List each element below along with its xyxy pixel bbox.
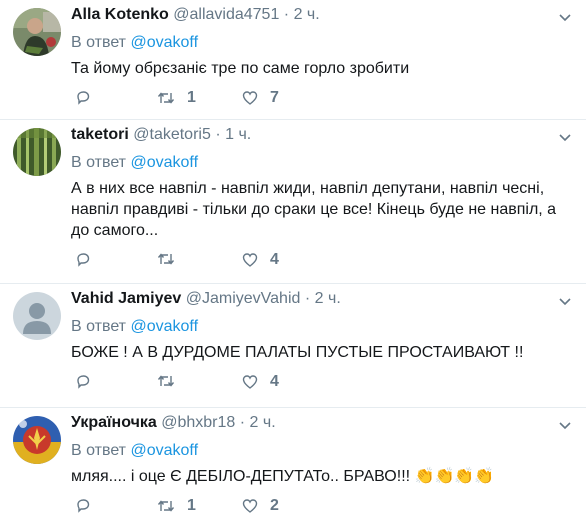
timestamp[interactable]: 1 ч. <box>225 126 251 143</box>
retweet-button[interactable] <box>157 251 187 267</box>
reply-button[interactable] <box>75 497 91 513</box>
like-button[interactable]: 2 <box>242 497 279 515</box>
like-count: 4 <box>270 373 279 390</box>
display-name[interactable]: taketori <box>71 126 129 143</box>
like-button[interactable]: 7 <box>242 89 279 107</box>
reply-mention-link[interactable]: @ovakoff <box>130 442 198 459</box>
reply-context: В ответ @ovakoff <box>71 317 572 337</box>
tweet-reply[interactable]: Vahid Jamiyev @JamiyevVahid · 2 ч. В отв… <box>0 284 586 408</box>
tweet-text: Та йому обрєзаніє тре по саме горло зроб… <box>71 60 410 77</box>
reply-prefix: В ответ <box>71 442 127 459</box>
reply-context: В ответ @ovakoff <box>71 441 572 461</box>
retweet-button[interactable] <box>157 373 187 389</box>
avatar[interactable] <box>13 292 61 340</box>
reply-icon <box>77 91 90 105</box>
reply-context: В ответ @ovakoff <box>71 153 572 173</box>
tweet-actions: 4 <box>71 245 572 275</box>
separator-dot: · <box>215 126 221 143</box>
chevron-down-icon[interactable] <box>558 294 572 308</box>
retweet-icon <box>157 375 175 387</box>
display-name[interactable]: Україночка <box>71 414 157 431</box>
retweet-button[interactable]: 1 <box>157 497 196 515</box>
reply-context: В ответ @ovakoff <box>71 33 572 53</box>
tweet-actions: 1 2 <box>71 491 572 521</box>
timestamp[interactable]: 2 ч. <box>250 414 276 431</box>
tweet-text: А в них все навпіл - навпіл жиди, навпіл… <box>71 180 557 239</box>
like-button[interactable]: 4 <box>242 251 279 269</box>
tweet-header: Україночка @bhxbr18 · 2 ч. <box>71 412 572 434</box>
like-count: 4 <box>270 251 279 268</box>
reply-button[interactable] <box>75 373 91 389</box>
retweet-count: 1 <box>187 89 196 106</box>
display-name[interactable]: Vahid Jamiyev <box>71 290 181 307</box>
timestamp[interactable]: 2 ч. <box>294 6 320 23</box>
timestamp[interactable]: 2 ч. <box>315 290 341 307</box>
reply-mention-link[interactable]: @ovakoff <box>130 34 198 51</box>
separator-dot: · <box>239 414 246 431</box>
avatar[interactable] <box>13 8 61 56</box>
like-count: 7 <box>270 89 279 106</box>
separator-dot: · <box>304 290 311 307</box>
retweet-icon <box>157 253 175 265</box>
display-name[interactable]: Alla Kotenko <box>71 6 169 23</box>
heart-icon <box>242 499 258 513</box>
reply-button[interactable] <box>75 251 91 267</box>
heart-icon <box>242 253 258 267</box>
reply-icon <box>77 253 90 267</box>
username[interactable]: @allavida4751 <box>173 6 279 23</box>
reply-prefix: В ответ <box>71 34 127 51</box>
chevron-down-icon[interactable] <box>558 10 572 24</box>
reply-icon <box>77 375 90 389</box>
reply-mention-link[interactable]: @ovakoff <box>130 154 198 171</box>
username[interactable]: @bhxbr18 <box>161 414 235 431</box>
like-count: 2 <box>270 497 279 514</box>
tweet-header: Vahid Jamiyev @JamiyevVahid · 2 ч. <box>71 288 572 310</box>
chevron-down-icon[interactable] <box>558 130 572 144</box>
avatar[interactable] <box>13 416 61 464</box>
tweet-text: мляя.... і оце Є ДЕБІЛО-ДЕПУТАТо.. БРАВО… <box>71 468 495 485</box>
reply-button[interactable] <box>75 89 91 105</box>
username[interactable]: @taketori5 <box>133 126 211 143</box>
username[interactable]: @JamiyevVahid <box>186 290 301 307</box>
retweet-count: 1 <box>187 497 196 514</box>
tweet-text: БОЖЕ ! А В ДУРДОМЕ ПАЛАТЫ ПУСТЫЕ ПРОСТАИ… <box>71 344 524 361</box>
avatar[interactable] <box>13 128 61 176</box>
heart-icon <box>242 375 258 389</box>
separator-dot: · <box>283 6 290 23</box>
like-button[interactable]: 4 <box>242 373 279 391</box>
tweet-header: Alla Kotenko @allavida4751 · 2 ч. <box>71 4 572 26</box>
heart-icon <box>242 91 258 105</box>
reply-mention-link[interactable]: @ovakoff <box>130 318 198 335</box>
reply-prefix: В ответ <box>71 318 127 335</box>
tweet-header: taketori @taketori5 · 1 ч. <box>71 124 572 146</box>
reply-prefix: В ответ <box>71 154 127 171</box>
tweet-reply[interactable]: Україночка @bhxbr18 · 2 ч. В ответ @ovak… <box>0 408 586 529</box>
tweet-reply[interactable]: Alla Kotenko @allavida4751 · 2 ч. В отве… <box>0 0 586 120</box>
tweet-reply[interactable]: taketori @taketori5 · 1 ч. В ответ @ovak… <box>0 120 586 284</box>
retweet-icon <box>157 500 175 512</box>
reply-icon <box>77 499 90 513</box>
chevron-down-icon[interactable] <box>558 418 572 432</box>
retweet-button[interactable]: 1 <box>157 89 196 107</box>
tweet-actions: 1 7 <box>71 83 572 113</box>
tweet-actions: 4 <box>71 367 572 397</box>
retweet-icon <box>157 92 175 104</box>
